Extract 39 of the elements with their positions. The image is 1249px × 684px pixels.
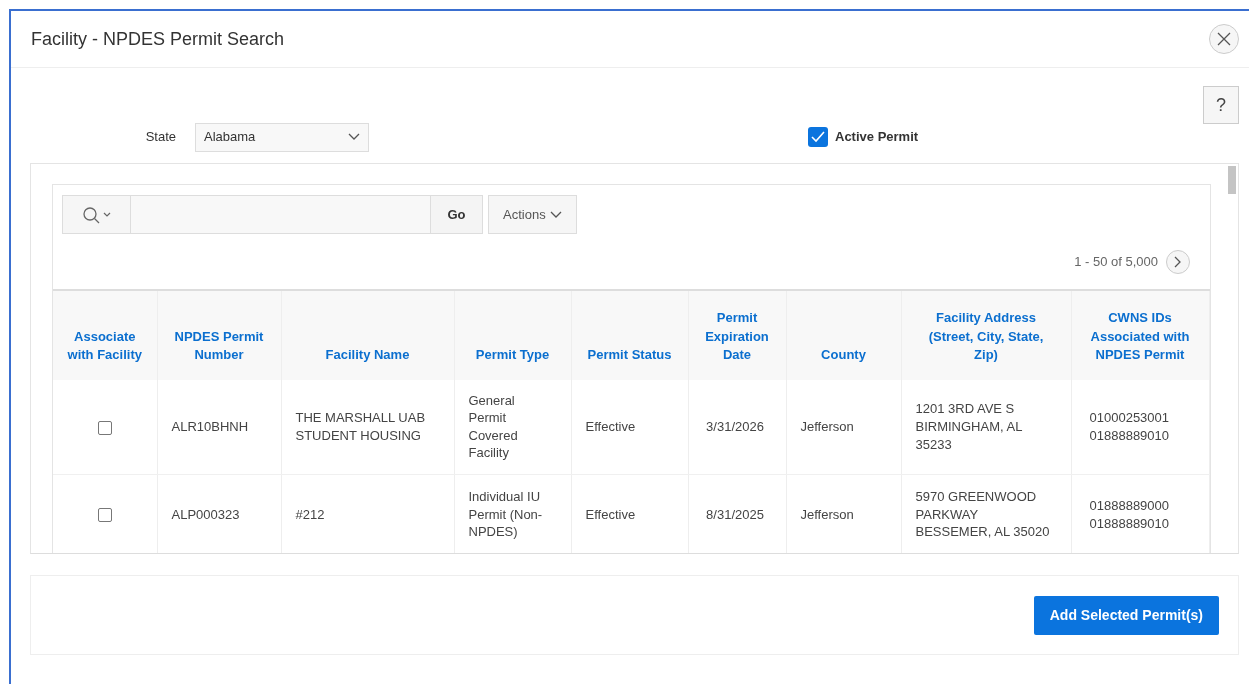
help-button[interactable]: ?: [1203, 86, 1239, 124]
table-cell: 8/31/2025: [706, 506, 764, 522]
table-cell: THE MARSHALL UAB STUDENT HOUSING: [295, 410, 426, 443]
pagination-text: 1 - 50 of 5,000: [1074, 252, 1158, 271]
chevron-down-icon: [348, 133, 360, 141]
row-checkbox[interactable]: [97, 508, 112, 523]
table-cell-text: General Permit Covered Facility: [468, 391, 519, 462]
actions-button[interactable]: Actions: [488, 195, 577, 234]
state-label: State: [145, 129, 176, 145]
table-cell: 01888889010: [1089, 514, 1170, 533]
table-cell-text: 1201 3RD AVE S BIRMINGHAM, AL 35233: [915, 400, 1023, 454]
column-header[interactable]: Permit Type: [468, 345, 557, 364]
column-header[interactable]: County: [800, 345, 887, 364]
table-cell: 01000253001: [1089, 409, 1170, 427]
table-cell: 3/31/2026: [706, 418, 764, 434]
close-icon: [1217, 32, 1231, 46]
table-cell: Effective: [585, 418, 636, 434]
row-checkbox[interactable]: [97, 420, 112, 435]
table-cell: 01888889010: [1089, 426, 1170, 445]
table-cell: Jefferson: [800, 418, 854, 434]
active-permit-label: Active Permit: [835, 128, 919, 147]
chevron-right-icon: [1174, 255, 1182, 268]
table-cell: ALR10BHNH: [171, 418, 249, 434]
table-cell-text: 5970 GREENWOOD PARKWAY BESSEMER, AL 35020: [915, 488, 1051, 541]
close-button[interactable]: [1209, 24, 1239, 54]
table-cell-text: Individual IU Permit (Non-NPDES): [468, 488, 544, 541]
column-header[interactable]: Facility Name: [295, 345, 440, 364]
table-cell: Effective: [585, 506, 636, 522]
scrollbar-thumb[interactable]: [1228, 166, 1236, 194]
table-cell: ALP000323: [171, 506, 240, 522]
column-header[interactable]: Permit Status: [585, 345, 674, 364]
dialog-title: Facility - NPDES Permit Search: [31, 27, 285, 51]
active-permit-checkbox[interactable]: [808, 127, 828, 147]
add-selected-button[interactable]: Add Selected Permit(s): [1033, 595, 1219, 635]
table-cell: 01888889000: [1089, 496, 1170, 515]
table-cell: Jefferson: [800, 506, 854, 522]
table-cell: #212: [295, 506, 325, 522]
state-select[interactable]: Alabama: [195, 122, 369, 152]
chevron-down-icon: [549, 210, 562, 219]
